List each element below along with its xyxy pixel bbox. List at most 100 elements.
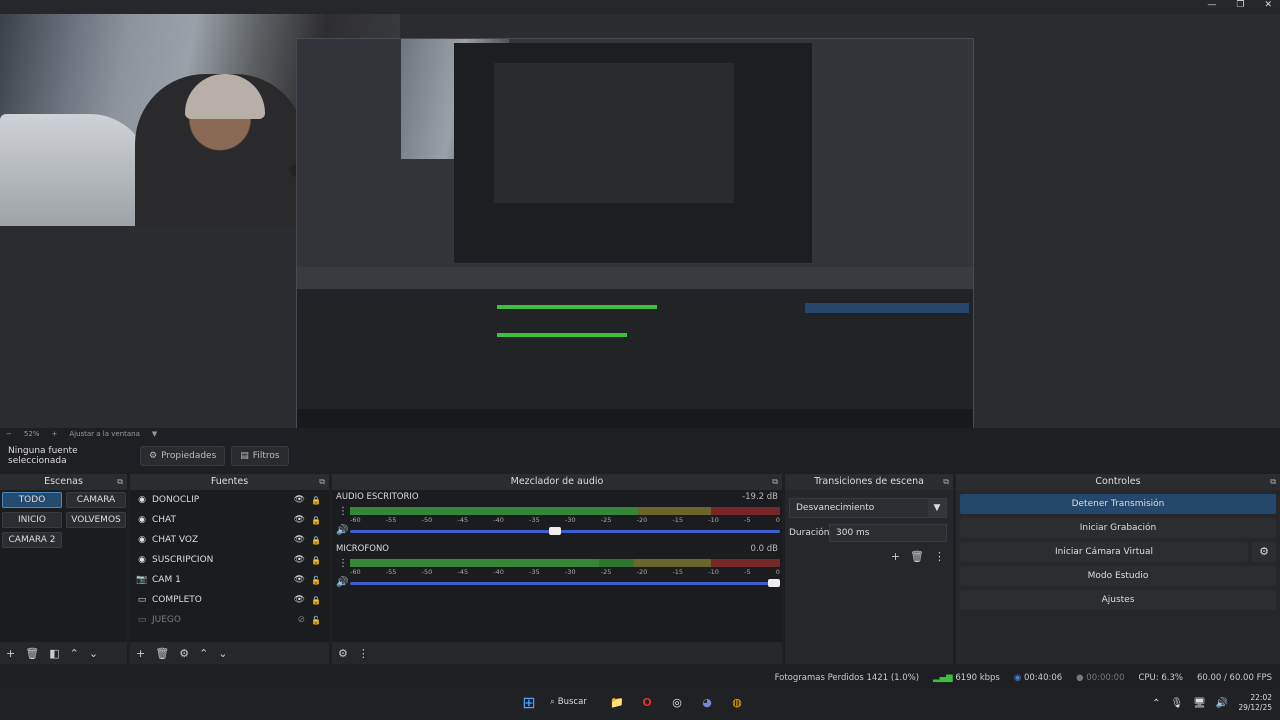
- lock-icon[interactable]: 🔒: [311, 536, 321, 545]
- network-icon[interactable]: 🖥: [1193, 698, 1206, 709]
- gear-icon: ⚙: [149, 451, 158, 461]
- move-down-button[interactable]: ⌄: [89, 647, 98, 660]
- add-source-button[interactable]: +: [136, 647, 145, 660]
- volume-knob[interactable]: [768, 579, 780, 587]
- opera-icon[interactable]: O: [638, 693, 656, 711]
- channel-db: -19.2 dB: [742, 492, 778, 502]
- volume-icon[interactable]: 🔊: [1216, 698, 1228, 709]
- source-row[interactable]: ▭ JUEGO ⊘ 🔓: [130, 610, 329, 630]
- popout-icon[interactable]: ⧉: [1270, 474, 1276, 490]
- lock-icon[interactable]: 🔓: [311, 616, 321, 625]
- visibility-eye-icon[interactable]: 👁: [294, 595, 305, 605]
- transitions-dock: Transiciones de escena ⧉ Desvanecimiento …: [785, 474, 953, 664]
- level-fill: [350, 507, 639, 515]
- file-explorer-icon[interactable]: 📁: [608, 693, 626, 711]
- move-up-button[interactable]: ⌃: [199, 647, 208, 660]
- popout-icon[interactable]: ⧉: [117, 474, 123, 490]
- visibility-eye-icon[interactable]: 👁: [294, 555, 305, 565]
- fps: 60.00 / 60.00 FPS: [1196, 673, 1272, 683]
- transition-select[interactable]: Desvanecimiento ▼: [789, 498, 947, 518]
- volume-knob[interactable]: [548, 527, 561, 535]
- tick-label: 0: [775, 568, 780, 576]
- transition-menu-button[interactable]: ⋮: [934, 550, 945, 563]
- source-row[interactable]: ◉ SUSCRIPCION 👁 🔒: [130, 550, 329, 570]
- level-meter: [350, 507, 780, 515]
- visibility-eye-icon[interactable]: ⊘: [297, 615, 305, 625]
- channel-menu-button[interactable]: ⋮: [338, 558, 348, 569]
- popout-icon[interactable]: ⧉: [319, 474, 325, 490]
- clock-time: 22:02: [1250, 693, 1272, 702]
- source-label: COMPLETO: [152, 595, 202, 605]
- duration-input[interactable]: 300 ms: [829, 524, 947, 542]
- volume-slider[interactable]: [350, 579, 780, 587]
- start-virtual-camera-button[interactable]: Iniciar Cámara Virtual: [960, 542, 1248, 562]
- search-button[interactable]: ⌕ Buscar: [550, 697, 596, 707]
- source-settings-button[interactable]: ⚙: [179, 647, 189, 660]
- visibility-eye-icon[interactable]: 👁: [294, 495, 305, 505]
- scene-filters-button[interactable]: ◧: [49, 647, 59, 660]
- source-row[interactable]: ◉ CHAT VOZ 👁 🔒: [130, 530, 329, 550]
- discord-icon[interactable]: ◕: [698, 693, 716, 711]
- lock-icon[interactable]: 🔓: [311, 576, 321, 585]
- move-up-button[interactable]: ⌃: [70, 647, 79, 660]
- windows-start-icon[interactable]: ⊞: [520, 693, 538, 712]
- scene-inicio[interactable]: INICIO: [2, 512, 62, 528]
- lock-icon[interactable]: 🔒: [311, 496, 321, 505]
- zoom-in-button[interactable]: +: [51, 430, 57, 438]
- lock-icon[interactable]: 🔒: [311, 556, 321, 565]
- scene-volvemos[interactable]: VOLVEMOS: [66, 512, 126, 528]
- mixer-settings-button[interactable]: ⚙: [338, 647, 348, 660]
- popout-icon[interactable]: ⧉: [772, 474, 778, 490]
- zoom-dropdown[interactable]: ▼: [152, 430, 157, 438]
- level-fill: [350, 559, 600, 567]
- mixer-menu-button[interactable]: ⋮: [358, 647, 369, 660]
- lock-icon[interactable]: 🔒: [311, 516, 321, 525]
- visibility-eye-icon[interactable]: 👁: [294, 575, 305, 585]
- preview-canvas[interactable]: [0, 14, 1280, 433]
- minimize-icon[interactable]: —: [1207, 0, 1216, 10]
- channel-menu-button[interactable]: ⋮: [338, 506, 348, 517]
- stop-stream-button[interactable]: Detener Transmisión: [960, 494, 1276, 514]
- scene-camara[interactable]: CAMARA: [66, 492, 126, 508]
- visibility-eye-icon[interactable]: 👁: [294, 515, 305, 525]
- obs-icon[interactable]: ◎: [668, 693, 686, 711]
- close-icon[interactable]: ✕: [1264, 0, 1272, 10]
- chevron-up-icon[interactable]: ⌃: [1152, 698, 1160, 709]
- visibility-eye-icon[interactable]: 👁: [294, 535, 305, 545]
- source-row[interactable]: ◉ DONOCLIP 👁 🔒: [130, 490, 329, 510]
- source-row[interactable]: ▭ COMPLETO 👁 🔒: [130, 590, 329, 610]
- record-icon: ●: [1076, 673, 1084, 683]
- speaker-icon[interactable]: 🔊: [336, 577, 348, 588]
- add-scene-button[interactable]: +: [6, 647, 15, 660]
- studio-mode-button[interactable]: Modo Estudio: [960, 566, 1276, 586]
- dropped-frames: Fotogramas Perdidos 1421 (1.0%): [774, 673, 920, 683]
- zoom-out-button[interactable]: −: [6, 430, 12, 438]
- move-down-button[interactable]: ⌄: [218, 647, 227, 660]
- remove-transition-button[interactable]: 🗑: [910, 550, 924, 563]
- scene-camara-2[interactable]: CAMARA 2: [2, 532, 62, 548]
- source-label: CHAT: [152, 515, 177, 525]
- lock-icon[interactable]: 🔒: [311, 596, 321, 605]
- microphone-icon[interactable]: 🎙: [1170, 698, 1183, 709]
- status-bar: Fotogramas Perdidos 1421 (1.0%) ▂▄▆ 6190…: [0, 669, 1280, 687]
- add-transition-button[interactable]: +: [891, 550, 900, 563]
- maximize-icon[interactable]: ❐: [1236, 0, 1244, 10]
- popout-icon[interactable]: ⧉: [943, 474, 949, 490]
- tick-label: -35: [529, 568, 540, 576]
- remove-source-button[interactable]: 🗑: [155, 647, 169, 660]
- scene-todo[interactable]: TODO: [2, 492, 62, 508]
- volume-slider[interactable]: [350, 527, 780, 535]
- properties-button[interactable]: ⚙ Propiedades: [140, 446, 226, 466]
- source-row[interactable]: ◉ CHAT 👁 🔒: [130, 510, 329, 530]
- filters-button[interactable]: ▤ Filtros: [231, 446, 289, 466]
- source-row[interactable]: 📷 CAM 1 👁 🔓: [130, 570, 329, 590]
- remove-scene-button[interactable]: 🗑: [25, 647, 39, 660]
- start-recording-button[interactable]: Iniciar Grabación: [960, 518, 1276, 538]
- chrome-icon[interactable]: ◍: [728, 693, 746, 711]
- source-icon: ◉: [138, 495, 146, 505]
- settings-button[interactable]: Ajustes: [960, 590, 1276, 610]
- speaker-icon[interactable]: 🔊: [336, 525, 348, 536]
- bitrate: 6190 kbps: [955, 673, 1000, 683]
- clock[interactable]: 22:02 29/12/25: [1238, 693, 1272, 713]
- gear-icon[interactable]: ⚙: [1252, 542, 1276, 562]
